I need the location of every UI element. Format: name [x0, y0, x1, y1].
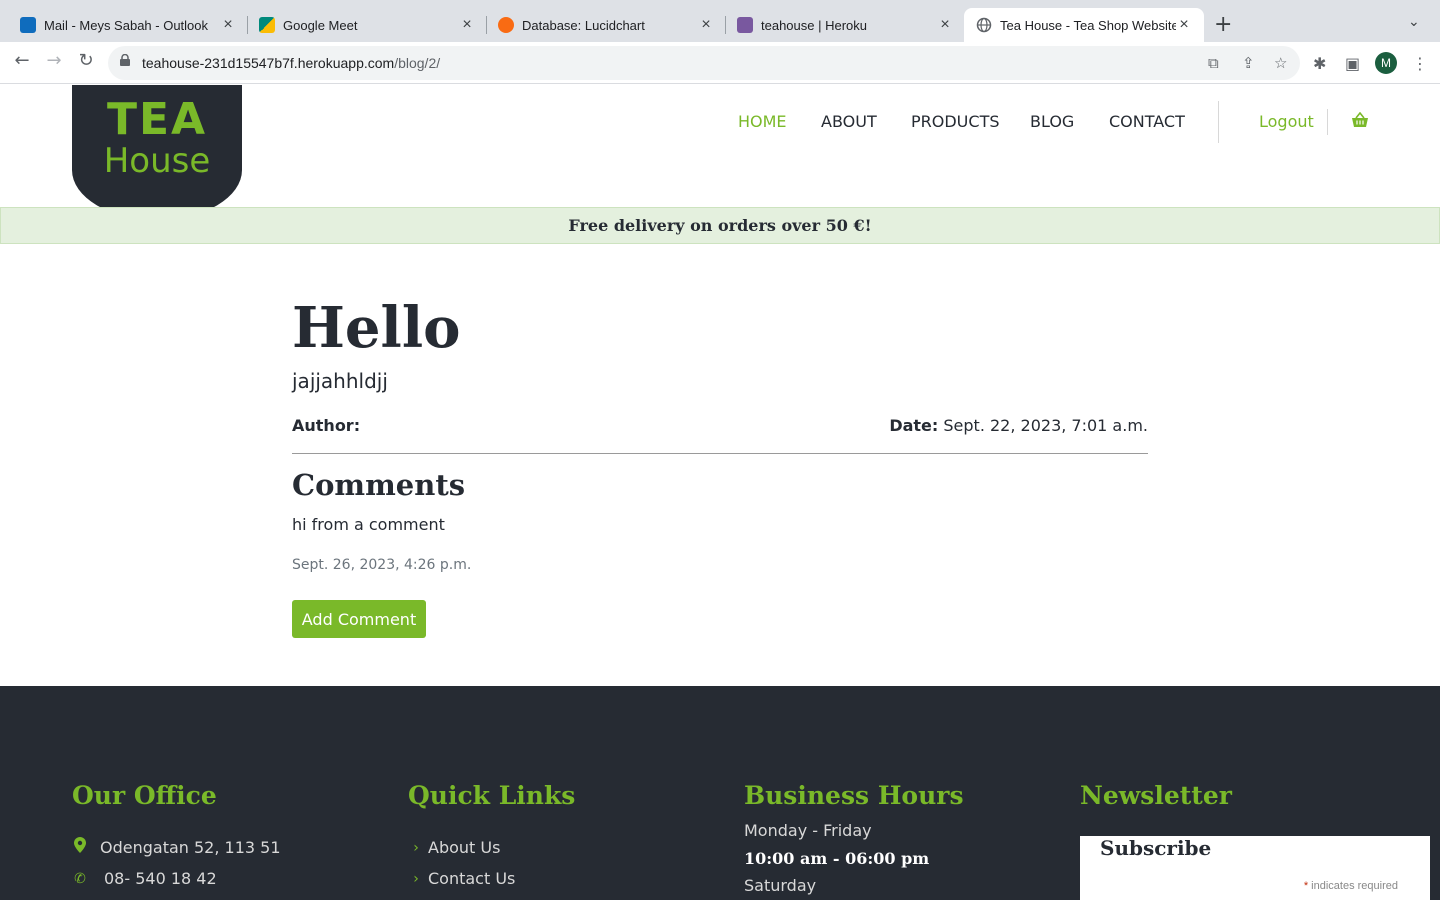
chevron-right-icon: › [413, 839, 419, 856]
lock-icon [120, 54, 130, 66]
tab-lucidchart[interactable]: Database: Lucidchart × [478, 8, 726, 42]
web-page: TEA House HOME ABOUT PRODUCTS BLOG CONTA… [0, 85, 1440, 900]
outlook-icon [20, 17, 36, 33]
hours-day-weekdays: Monday - Friday [744, 821, 872, 840]
heroku-icon [737, 17, 753, 33]
footer-link-about[interactable]: › About Us [408, 838, 500, 857]
address-bar[interactable]: teahouse-231d15547b7f.herokuapp.com/blog… [108, 46, 1300, 80]
nav-blog[interactable]: BLOG [1030, 112, 1074, 131]
footer-link-contact[interactable]: › Contact Us [408, 869, 515, 888]
required-asterisk: * [1303, 880, 1309, 892]
delivery-banner: Free delivery on orders over 50 €! [0, 207, 1440, 244]
logo-text-tea: TEA [106, 94, 208, 145]
url-path: /blog/2/ [394, 55, 441, 71]
post-body: jajjahhldjj [292, 369, 388, 393]
close-icon[interactable]: × [698, 16, 714, 34]
basket-icon[interactable] [1351, 112, 1369, 128]
post-author: Author: [292, 416, 360, 435]
site-logo[interactable]: TEA House [72, 85, 242, 220]
chevron-right-icon: › [413, 870, 419, 887]
forward-arrow-icon[interactable]: → [42, 50, 66, 71]
hours-time-weekdays: 10:00 am - 06:00 pm [744, 849, 930, 868]
nav-divider [1218, 101, 1219, 143]
tab-title: teahouse | Heroku [761, 17, 867, 33]
globe-icon [976, 17, 992, 33]
close-icon[interactable]: × [1176, 16, 1192, 34]
add-comment-button[interactable]: Add Comment [292, 600, 426, 638]
tab-title: Database: Lucidchart [522, 17, 645, 33]
date-value: Sept. 22, 2023, 7:01 a.m. [943, 416, 1148, 435]
tab-tea-house[interactable]: Tea House - Tea Shop Website × [964, 8, 1204, 42]
tab-title: Tea House - Tea Shop Website [1000, 17, 1176, 33]
extensions-icon[interactable]: ✱ [1313, 54, 1326, 73]
footer-hours-heading: Business Hours [744, 781, 964, 810]
divider [292, 453, 1148, 454]
comments-heading: Comments [292, 468, 466, 502]
url-text: teahouse-231d15547b7f.herokuapp.com/blog… [142, 55, 440, 71]
phone-text: 08- 540 18 42 [104, 869, 217, 888]
tab-heroku[interactable]: teahouse | Heroku × [717, 8, 965, 42]
comment-text: hi from a comment [292, 515, 445, 534]
phone-icon: ✆ [74, 870, 86, 887]
google-meet-icon [259, 17, 275, 33]
date-label: Date: [889, 416, 939, 435]
comment-date: Sept. 26, 2023, 4:26 p.m. [292, 557, 472, 573]
newsletter-form: Subscribe * indicates required [1080, 836, 1430, 900]
author-label: Author: [292, 416, 361, 435]
footer-office-heading: Our Office [72, 781, 217, 810]
footer-link-label: Contact Us [428, 869, 516, 888]
tab-title: Google Meet [283, 17, 358, 33]
address-text: Odengatan 52, 113 51 [100, 837, 281, 857]
tab-title: Mail - Meys Sabah - Outlook [44, 17, 209, 33]
footer-link-label: About Us [428, 838, 501, 857]
tab-outlook[interactable]: Mail - Meys Sabah - Outlook × [0, 8, 248, 42]
chevron-down-icon[interactable]: ⌄ [1408, 14, 1420, 30]
browser-tab-strip: Mail - Meys Sabah - Outlook × Google Mee… [0, 0, 1440, 42]
hours-day-saturday: Saturday [744, 876, 817, 895]
office-phone: ✆ 08- 540 18 42 [72, 869, 217, 888]
lucidchart-icon [498, 17, 514, 33]
browser-toolbar: ← → ↻ teahouse-231d15547b7f.herokuapp.co… [0, 42, 1440, 84]
post-date: Date: Sept. 22, 2023, 7:01 a.m. [889, 416, 1148, 435]
subscribe-heading: Subscribe [1100, 836, 1212, 860]
required-note: * indicates required [1304, 880, 1398, 892]
nav-about[interactable]: ABOUT [821, 112, 877, 131]
share-icon[interactable]: ⇪ [1242, 54, 1255, 72]
reload-icon[interactable]: ↻ [74, 50, 98, 71]
new-tab-icon[interactable]: + [1214, 12, 1232, 37]
nav-home[interactable]: HOME [738, 112, 787, 131]
footer-newsletter-heading: Newsletter [1080, 781, 1232, 810]
avatar[interactable]: M [1375, 52, 1397, 74]
logo-text-house: House [103, 141, 211, 181]
close-icon[interactable]: × [220, 16, 236, 34]
menu-dots-icon[interactable]: ⋮ [1412, 54, 1428, 73]
site-footer: Our Office Odengatan 52, 113 51 ✆ 08- 54… [0, 686, 1440, 900]
footer-links-heading: Quick Links [408, 781, 576, 810]
close-icon[interactable]: × [459, 16, 475, 34]
close-icon[interactable]: × [937, 16, 953, 34]
post-title: Hello [292, 295, 461, 361]
bookmark-star-icon[interactable]: ☆ [1274, 54, 1287, 72]
side-panel-icon[interactable]: ▣ [1345, 54, 1360, 73]
back-arrow-icon[interactable]: ← [10, 50, 34, 71]
office-address: Odengatan 52, 113 51 [72, 837, 281, 857]
tab-google-meet[interactable]: Google Meet × [239, 8, 487, 42]
map-pin-icon [72, 837, 88, 857]
required-note-text: indicates required [1311, 880, 1398, 892]
logout-link[interactable]: Logout [1259, 112, 1314, 131]
url-host: teahouse-231d15547b7f.herokuapp.com [142, 55, 395, 71]
translate-icon[interactable]: ⧉ [1208, 54, 1219, 72]
nav-divider [1327, 109, 1328, 135]
nav-products[interactable]: PRODUCTS [911, 112, 1000, 131]
nav-contact[interactable]: CONTACT [1109, 112, 1185, 131]
